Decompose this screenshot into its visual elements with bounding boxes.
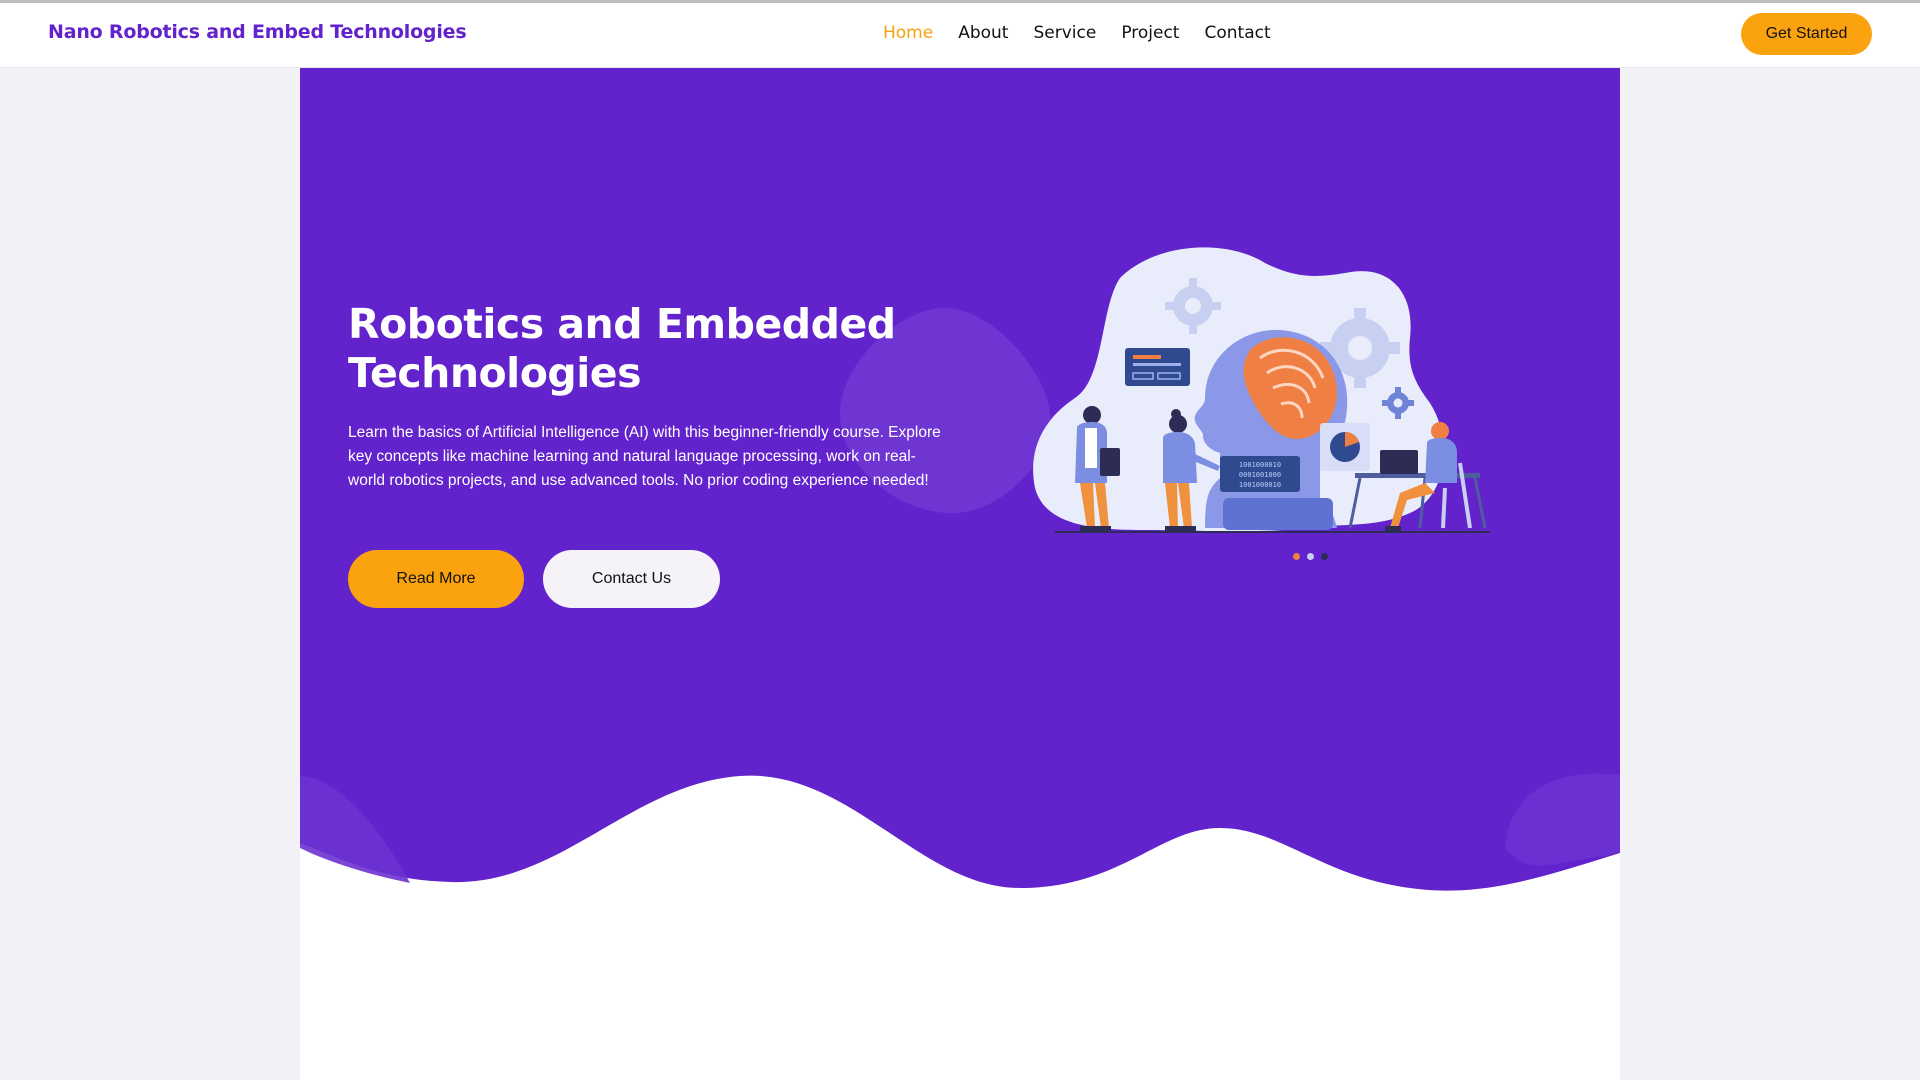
nav-contact[interactable]: Contact [1204,23,1270,43]
hero-title-line-1: Robotics and Embedded [348,300,896,348]
nav-home[interactable]: Home [883,23,933,43]
site-header: Nano Robotics and Embed Technologies Hom… [0,3,1920,68]
code-line-1: 1001000010 [1239,461,1281,469]
nav-project[interactable]: Project [1121,23,1179,43]
hero-title-line-2: Technologies [348,349,642,397]
nav-service[interactable]: Service [1033,23,1096,43]
carousel-dot-3[interactable] [1321,553,1328,560]
hero-title: Robotics and Embedded Technologies [348,300,908,398]
pie-chart-icon [1330,432,1360,462]
code-line-3: 1001000010 [1239,481,1281,489]
code-line-2: 0001001000 [1239,471,1281,479]
get-started-button[interactable]: Get Started [1741,13,1872,55]
read-more-button[interactable]: Read More [348,550,524,608]
ai-head-illustration: 1001000010 0001001000 1001000010 [1033,247,1490,533]
main-nav: Home About Service Project Contact [883,23,1296,43]
carousel-dots [1293,553,1328,560]
brand-logo[interactable]: Nano Robotics and Embed Technologies [48,21,467,43]
hero-section: Robotics and Embedded Technologies Learn… [300,68,1620,1080]
carousel-dot-1[interactable] [1293,553,1300,560]
carousel-dot-2[interactable] [1307,553,1314,560]
hero-description: Learn the basics of Artificial Intellige… [348,424,941,489]
contact-us-button[interactable]: Contact Us [543,550,720,608]
nav-about[interactable]: About [958,23,1008,43]
